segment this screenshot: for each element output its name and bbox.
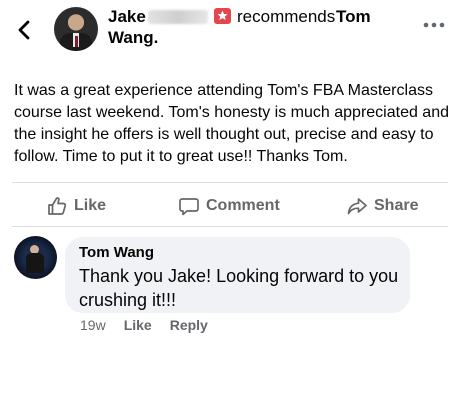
comment-bubble-icon (179, 198, 199, 216)
post-header: Jake recommends Tom Wang. (0, 0, 460, 60)
author-name[interactable]: Jake (108, 7, 146, 27)
comment-reply-link[interactable]: Reply (170, 317, 208, 333)
author-avatar[interactable] (54, 7, 98, 51)
comment-meta: 19w Like Reply (80, 316, 208, 334)
back-arrow-icon[interactable] (14, 18, 34, 42)
recommended-page-first[interactable]: Tom (336, 7, 371, 27)
post-actions: Like Comment Share (0, 190, 460, 222)
more-options-icon[interactable] (422, 20, 446, 30)
like-button[interactable]: Like (46, 190, 106, 222)
divider (12, 182, 448, 183)
share-button[interactable]: Share (346, 190, 418, 222)
recommendation-flag-icon (214, 8, 231, 24)
comment-like-link[interactable]: Like (124, 317, 152, 333)
comment-author[interactable]: Tom Wang (79, 244, 154, 262)
like-label: Like (74, 197, 107, 214)
comment-timestamp[interactable]: 19w (80, 317, 106, 333)
recommends-label: recommends (237, 7, 336, 26)
redacted-surname (148, 10, 208, 24)
post-body: It was a great experience attending Tom'… (14, 82, 449, 165)
comment-text: Thank you Jake! Looking forward to you c… (79, 266, 399, 310)
divider (12, 226, 448, 227)
comment-label: Comment (206, 197, 280, 214)
thumbs-up-icon (48, 197, 67, 215)
comment-button[interactable]: Comment (178, 190, 280, 222)
share-arrow-icon (347, 198, 367, 215)
commenter-avatar[interactable] (14, 236, 57, 279)
recommended-page-last[interactable]: Wang. (108, 28, 158, 48)
share-label: Share (374, 197, 419, 214)
